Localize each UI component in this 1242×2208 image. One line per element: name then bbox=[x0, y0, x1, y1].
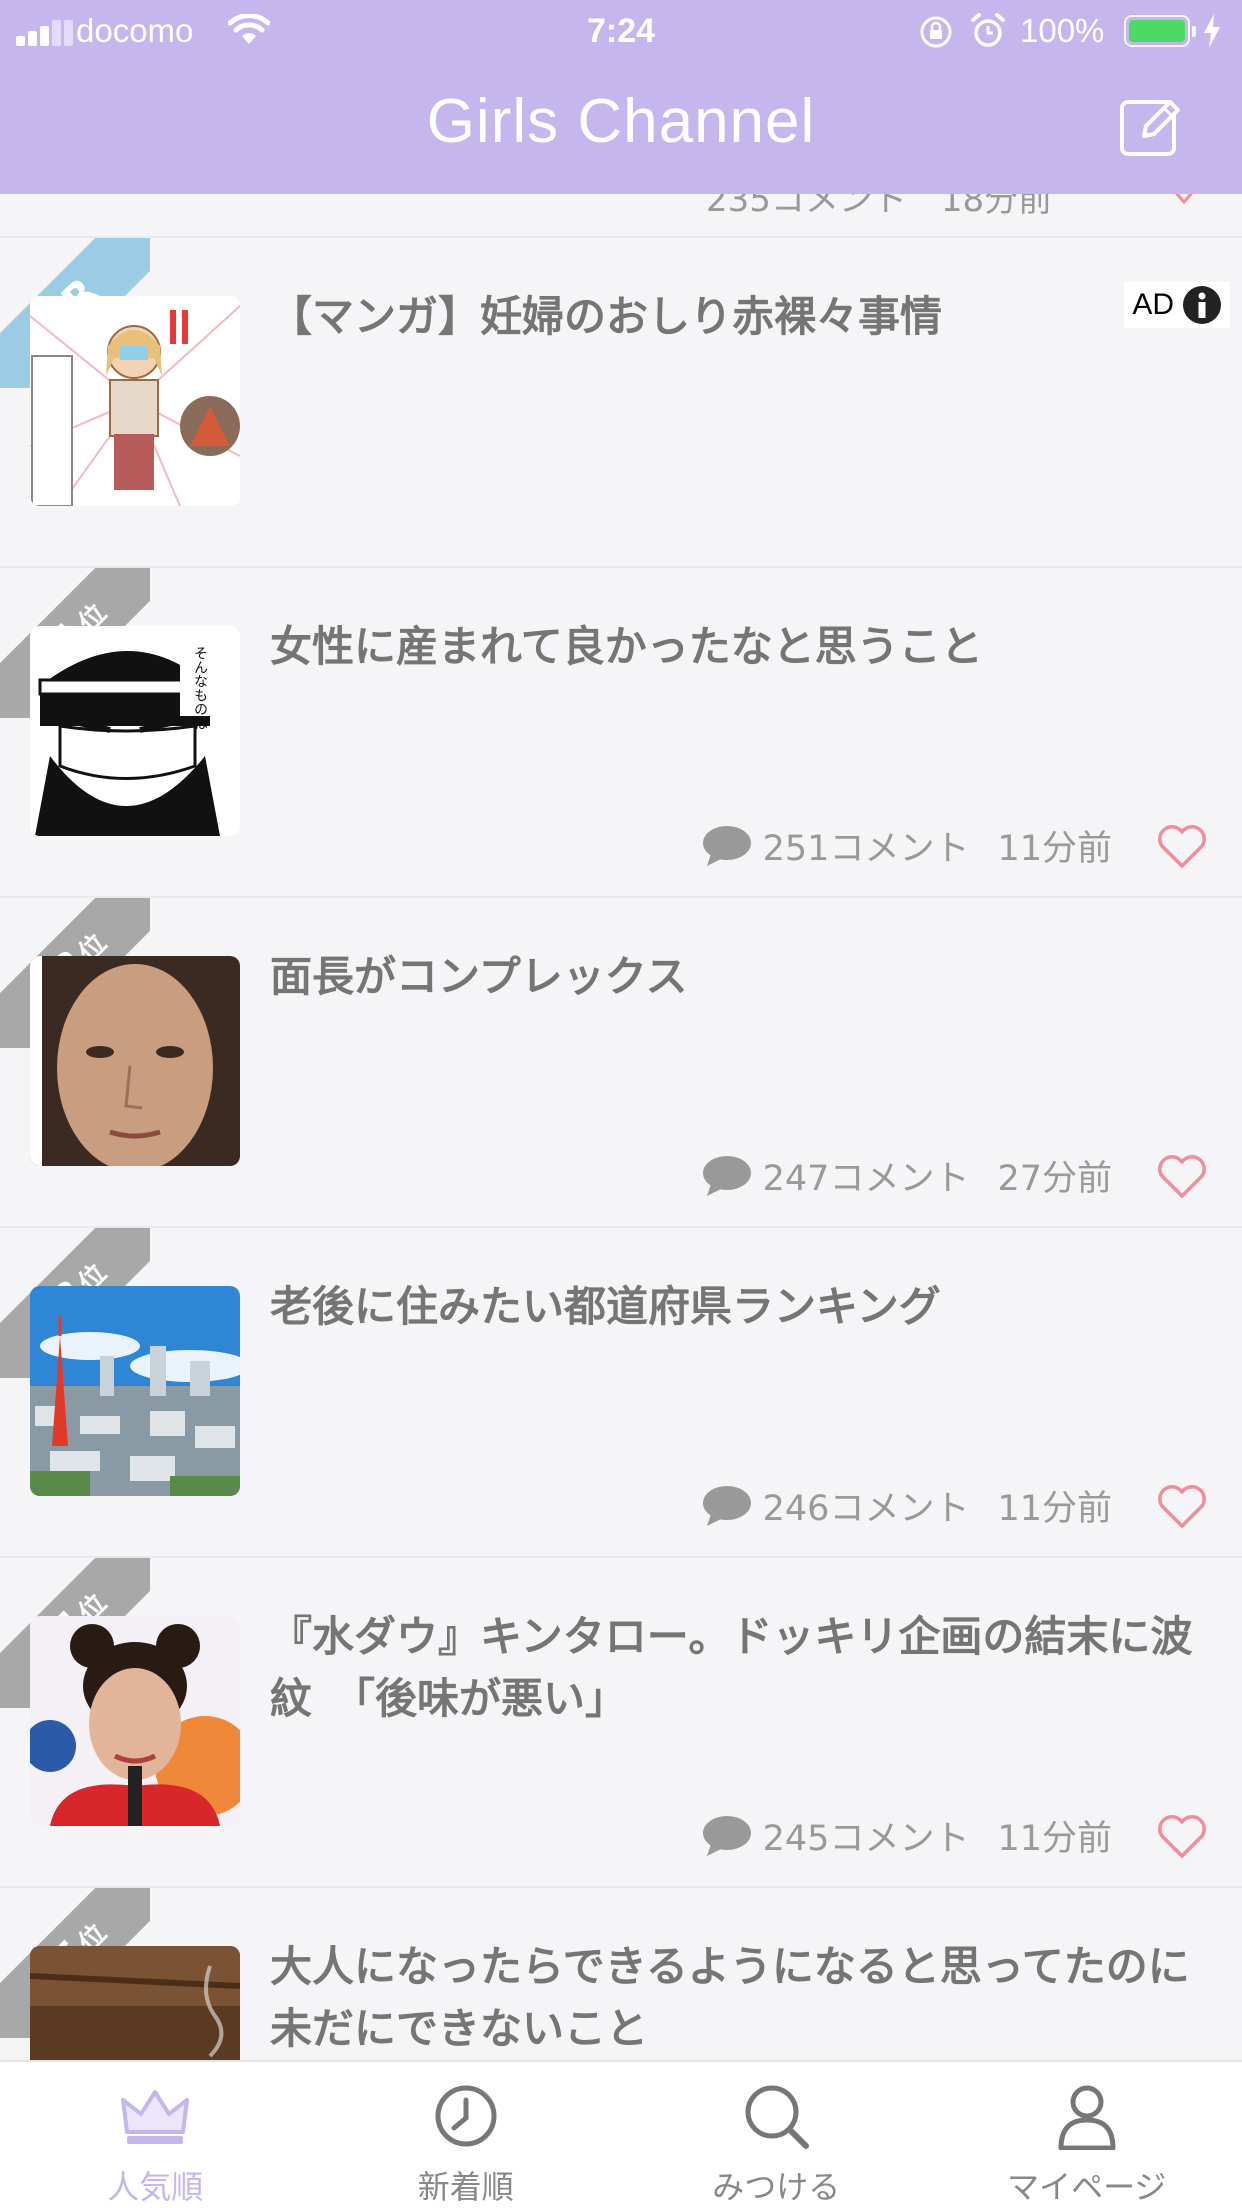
posted-time: 11分前 bbox=[997, 1819, 1112, 1859]
ad-label: AD bbox=[1132, 288, 1174, 321]
heart-icon[interactable] bbox=[1164, 194, 1204, 210]
svg-text:そんなものは: そんなものは bbox=[192, 646, 208, 730]
comment-count: 245コメント bbox=[762, 1819, 970, 1859]
search-icon bbox=[745, 2085, 810, 2149]
city-photo-thumbnail bbox=[30, 1286, 240, 1496]
topic-feed[interactable]: 235コメント 18分前 PR 【マンガ】妊婦のおしり赤裸々事情 AD bbox=[0, 194, 1242, 2060]
tab-label: マイページ bbox=[1007, 2168, 1167, 2206]
comment-icon bbox=[702, 1485, 751, 1526]
rotation-lock-icon bbox=[920, 16, 952, 48]
comment-icon bbox=[702, 825, 751, 866]
info-icon[interactable] bbox=[1182, 285, 1222, 325]
heart-icon[interactable] bbox=[1156, 824, 1208, 870]
compose-icon[interactable] bbox=[1118, 94, 1182, 158]
tab-label: 新着順 bbox=[417, 2168, 514, 2206]
battery-percent: 100% bbox=[1020, 12, 1105, 49]
coffee-photo-thumbnail bbox=[30, 1946, 240, 2060]
list-item-partial[interactable]: 235コメント 18分前 bbox=[0, 194, 1242, 238]
topic-title[interactable]: 面長がコンプレックス bbox=[270, 946, 1220, 1008]
tab-popular[interactable]: 人気順 bbox=[0, 2062, 311, 2208]
posted-time: 27分前 bbox=[997, 1159, 1112, 1199]
battery-icon bbox=[1124, 15, 1196, 47]
list-item[interactable]: 62位 面長がコンプレックス 247コメント 27分前 bbox=[0, 898, 1242, 1228]
tab-mypage[interactable]: マイページ bbox=[932, 2062, 1242, 2208]
app-title: Girls Channel bbox=[426, 87, 816, 156]
crown-icon bbox=[121, 2090, 190, 2144]
comment-count: 246コメント bbox=[762, 1489, 970, 1529]
tab-new[interactable]: 新着順 bbox=[311, 2062, 622, 2208]
tab-label: みつける bbox=[712, 2168, 841, 2206]
comment-count: 251コメント bbox=[762, 829, 970, 869]
list-item-pr[interactable]: PR 【マンガ】妊婦のおしり赤裸々事情 AD bbox=[0, 238, 1242, 568]
face-photo-thumbnail bbox=[30, 956, 240, 1166]
person-icon bbox=[1058, 2085, 1116, 2150]
list-item[interactable]: 61位 そんなものは 女性に産まれて良かったなと思うこと 251コメント 11分… bbox=[0, 568, 1242, 898]
manga-face-thumbnail: そんなものは bbox=[30, 626, 240, 836]
topic-title[interactable]: 大人になったらできるようになると思ってたのに未だにできないこと bbox=[270, 1936, 1220, 2060]
topic-title[interactable]: 老後に住みたい都道府県ランキング bbox=[270, 1276, 1220, 1338]
list-item[interactable]: 65位 大人になったらできるようになると思ってたのに未だにできないこと bbox=[0, 1888, 1242, 2060]
manga-thumbnail bbox=[30, 296, 240, 506]
heart-icon[interactable] bbox=[1156, 1154, 1208, 1200]
partial-meta: 235コメント 18分前 bbox=[706, 194, 1053, 220]
posted-time: 11分前 bbox=[997, 1489, 1112, 1529]
topic-title[interactable]: 女性に産まれて良かったなと思うこと bbox=[270, 616, 1220, 678]
tab-discover[interactable]: みつける bbox=[621, 2062, 932, 2208]
heart-icon[interactable] bbox=[1156, 1814, 1208, 1860]
topic-title[interactable]: 【マンガ】妊婦のおしり赤裸々事情 bbox=[270, 286, 1220, 348]
topic-meta: 251コメント 11分前 bbox=[701, 820, 1112, 871]
alarm-icon bbox=[971, 13, 1005, 47]
tab-bar: 人気順 新着順 みつける マイページ bbox=[0, 2060, 1242, 2208]
list-item[interactable]: 63位 老後に住みたい都道府県ランキング 246コメント 11分前 bbox=[0, 1228, 1242, 1558]
posted-time: 11分前 bbox=[997, 829, 1112, 869]
person-photo-thumbnail bbox=[30, 1616, 240, 1826]
list-item[interactable]: 64位 『水ダウ』キンタロー。ドッキリ企画の結末に波紋 「後味が悪い」 245コ… bbox=[0, 1558, 1242, 1888]
topic-title[interactable]: 『水ダウ』キンタロー。ドッキリ企画の結末に波紋 「後味が悪い」 bbox=[270, 1606, 1220, 1730]
comment-count: 247コメント bbox=[762, 1159, 970, 1199]
clock-icon bbox=[435, 2085, 497, 2147]
status-bar: docomo 7:24 100% bbox=[0, 0, 1242, 62]
ad-badge[interactable]: AD bbox=[1124, 282, 1230, 328]
heart-icon[interactable] bbox=[1156, 1484, 1208, 1530]
tab-label: 人気順 bbox=[107, 2168, 204, 2206]
charging-icon bbox=[1204, 14, 1220, 48]
topic-meta: 247コメント 27分前 bbox=[701, 1150, 1112, 1201]
comment-icon bbox=[702, 1815, 751, 1856]
app-header: docomo 7:24 100% Girls Channel bbox=[0, 0, 1242, 194]
topic-meta: 245コメント 11分前 bbox=[701, 1810, 1112, 1861]
topic-meta: 246コメント 11分前 bbox=[701, 1480, 1112, 1531]
comment-icon bbox=[702, 1155, 751, 1196]
